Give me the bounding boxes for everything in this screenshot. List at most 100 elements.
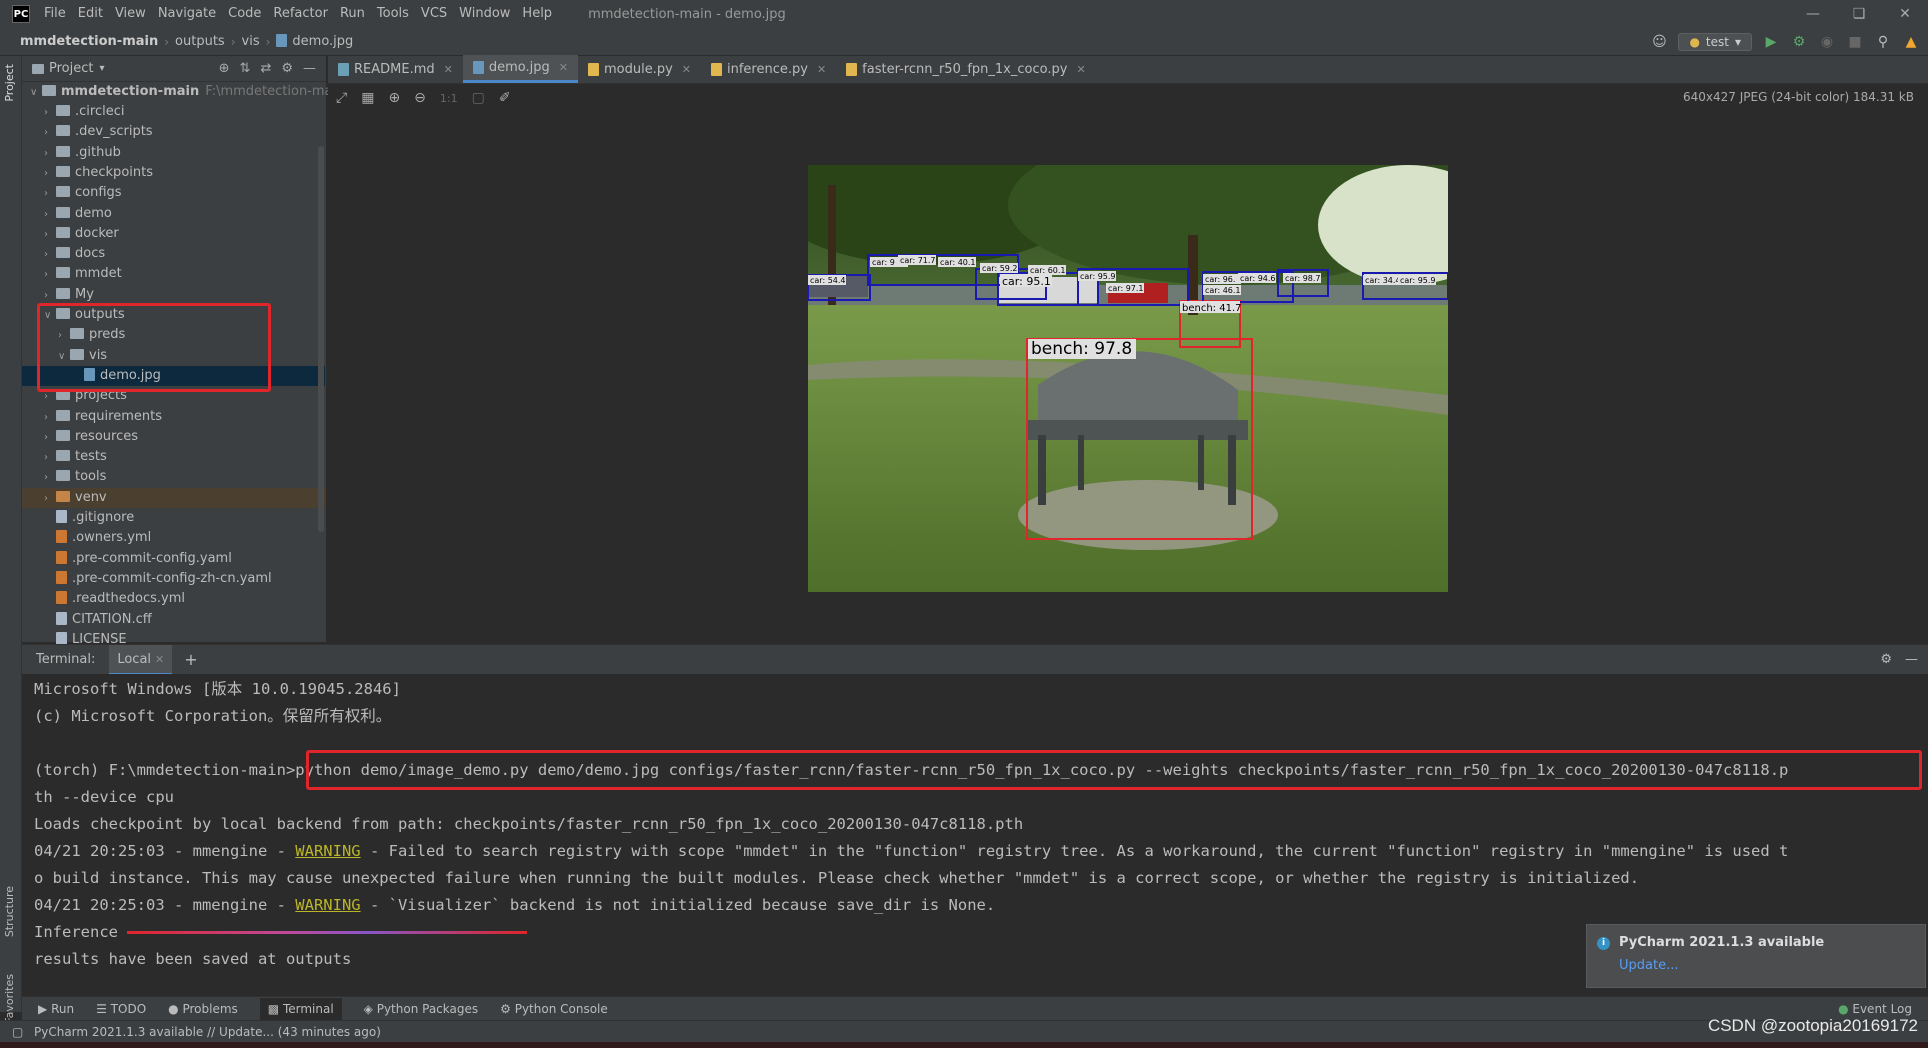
tab-demo-jpg[interactable]: demo.jpg ✕: [462, 55, 578, 83]
chevron-right-icon[interactable]: ›: [44, 265, 56, 285]
fit-zoom-icon[interactable]: ▢: [472, 90, 485, 106]
tool-tab-event-log[interactable]: ● Event Log: [1838, 1002, 1912, 1016]
tab-faster-rcnn-config[interactable]: faster-rcnn_r50_fpn_1x_coco.py ✕: [836, 55, 1096, 83]
tree-item-readthedocs-yml[interactable]: .readthedocs.yml: [22, 589, 325, 609]
structure-tool-button[interactable]: Structure: [3, 886, 16, 937]
expand-all-icon[interactable]: ⇅: [240, 61, 251, 76]
user-icon[interactable]: ☺: [1650, 34, 1668, 50]
tree-item-resources[interactable]: › resources: [22, 427, 325, 447]
tree-item-pre-commit-config-zh-cn-yaml[interactable]: .pre-commit-config-zh-cn.yaml: [22, 569, 325, 589]
gear-icon[interactable]: ⚙: [1880, 652, 1892, 667]
chevron-right-icon[interactable]: ›: [44, 489, 56, 509]
coverage-icon[interactable]: ◉: [1818, 34, 1836, 50]
close-icon[interactable]: ✕: [155, 653, 164, 666]
favorites-tool-button[interactable]: Favorites: [3, 974, 16, 1024]
menu-help[interactable]: Help: [516, 0, 558, 28]
menu-refactor[interactable]: Refactor: [267, 0, 334, 28]
tree-root[interactable]: ∨ mmdetection-main F:\mmdetection-mai: [22, 82, 336, 103]
close-icon[interactable]: ✕: [682, 63, 691, 76]
tree-item-tools[interactable]: › tools: [22, 467, 325, 487]
chevron-right-icon[interactable]: ›: [44, 144, 56, 164]
tree-item-requirements[interactable]: › requirements: [22, 407, 325, 427]
tree-item-checkpoints[interactable]: › checkpoints: [22, 163, 325, 183]
tree-item-citation-cff[interactable]: CITATION.cff: [22, 610, 325, 630]
zoom-in-icon[interactable]: ⊕: [388, 90, 400, 106]
minimize-icon[interactable]: —: [1790, 0, 1836, 28]
close-icon[interactable]: ✕: [817, 63, 826, 76]
tool-tab-python-console[interactable]: ⚙ Python Console: [500, 1002, 608, 1016]
menu-view[interactable]: View: [109, 0, 152, 28]
tree-item-demo[interactable]: › demo: [22, 204, 325, 224]
color-picker-icon[interactable]: ✐: [499, 90, 511, 106]
gear-icon[interactable]: ⚙: [281, 61, 293, 76]
locate-icon[interactable]: ⊕: [219, 61, 230, 76]
debug-icon[interactable]: ⚙: [1790, 34, 1808, 50]
tree-item-dev-scripts[interactable]: › .dev_scripts: [22, 122, 325, 142]
close-icon[interactable]: ✕: [444, 63, 453, 76]
chevron-down-icon[interactable]: ∨: [30, 83, 42, 103]
breadcrumb-outputs[interactable]: outputs: [175, 34, 225, 49]
close-icon[interactable]: ✕: [559, 61, 568, 74]
menu-navigate[interactable]: Navigate: [152, 0, 222, 28]
tree-item-gitignore[interactable]: .gitignore: [22, 508, 325, 528]
tree-item-docs[interactable]: › docs: [22, 244, 325, 264]
tab-inference-py[interactable]: inference.py ✕: [701, 55, 836, 83]
tool-tab-todo[interactable]: ☰ TODO: [96, 1002, 146, 1016]
menu-tools[interactable]: Tools: [371, 0, 415, 28]
chevron-right-icon[interactable]: ›: [44, 448, 56, 468]
chevron-right-icon[interactable]: ›: [44, 184, 56, 204]
chevron-right-icon[interactable]: ›: [44, 164, 56, 184]
breadcrumb-vis[interactable]: vis: [242, 34, 260, 49]
tool-tab-problems[interactable]: ● Problems: [168, 1002, 238, 1016]
tab-module-py[interactable]: module.py ✕: [578, 55, 701, 83]
breadcrumb-project[interactable]: mmdetection-main: [20, 34, 158, 49]
tree-item-owners-yml[interactable]: .owners.yml: [22, 528, 325, 548]
layout-icon[interactable]: ▢: [12, 1021, 23, 1043]
tree-item-docker[interactable]: › docker: [22, 224, 325, 244]
menu-file[interactable]: File: [38, 0, 72, 28]
stop-icon[interactable]: ■: [1846, 34, 1864, 50]
update-icon[interactable]: ▲: [1902, 34, 1920, 50]
chevron-right-icon[interactable]: ›: [44, 123, 56, 143]
terminal-tab-local[interactable]: Local ✕: [109, 644, 173, 675]
menu-window[interactable]: Window: [453, 0, 516, 28]
tree-item-mmdet[interactable]: › mmdet: [22, 264, 325, 284]
menu-edit[interactable]: Edit: [72, 0, 109, 28]
actual-size-button[interactable]: 1:1: [440, 92, 458, 105]
chevron-right-icon[interactable]: ›: [44, 468, 56, 488]
close-icon[interactable]: ✕: [1076, 63, 1085, 76]
tree-item-circleci[interactable]: › .circleci: [22, 102, 325, 122]
hide-icon[interactable]: —: [1905, 652, 1918, 667]
chevron-right-icon[interactable]: ›: [44, 428, 56, 448]
tree-item-venv[interactable]: › venv: [22, 487, 325, 509]
tree-item-tests[interactable]: › tests: [22, 447, 325, 467]
project-tool-button[interactable]: Project: [3, 64, 16, 102]
run-config-select[interactable]: ● test ▾: [1678, 33, 1752, 51]
hide-icon[interactable]: —: [303, 61, 316, 76]
search-icon[interactable]: ⚲: [1874, 34, 1892, 50]
tool-tab-python-packages[interactable]: ◈ Python Packages: [364, 1002, 478, 1016]
tree-item-github[interactable]: › .github: [22, 143, 325, 163]
collapse-all-icon[interactable]: ⇄: [260, 61, 271, 76]
add-terminal-icon[interactable]: +: [184, 650, 197, 669]
menu-run[interactable]: Run: [334, 0, 371, 28]
tree-item-pre-commit-config-yaml[interactable]: .pre-commit-config.yaml: [22, 549, 325, 569]
chevron-down-icon[interactable]: ▾: [99, 63, 104, 74]
menu-vcs[interactable]: VCS: [415, 0, 453, 28]
chevron-right-icon[interactable]: ›: [44, 225, 56, 245]
tree-item-my[interactable]: › My: [22, 285, 325, 305]
tool-tab-run[interactable]: ▶ Run: [38, 1002, 74, 1016]
tool-tab-terminal[interactable]: ▩ Terminal: [259, 997, 342, 1020]
fit-to-screen-icon[interactable]: ⤢: [336, 90, 347, 106]
update-link[interactable]: Update...: [1619, 958, 1678, 973]
close-icon[interactable]: ✕: [1882, 0, 1928, 28]
tab-readme[interactable]: README.md ✕: [328, 55, 463, 83]
chevron-right-icon[interactable]: ›: [44, 245, 56, 265]
tree-item-configs[interactable]: › configs: [22, 183, 325, 203]
restore-icon[interactable]: ❏: [1836, 0, 1882, 28]
grid-icon[interactable]: ▦: [361, 90, 374, 106]
chevron-right-icon[interactable]: ›: [44, 103, 56, 123]
chevron-right-icon[interactable]: ›: [44, 408, 56, 428]
breadcrumb-file[interactable]: demo.jpg: [276, 34, 353, 49]
status-message[interactable]: PyCharm 2021.1.3 available // Update... …: [34, 1025, 381, 1039]
